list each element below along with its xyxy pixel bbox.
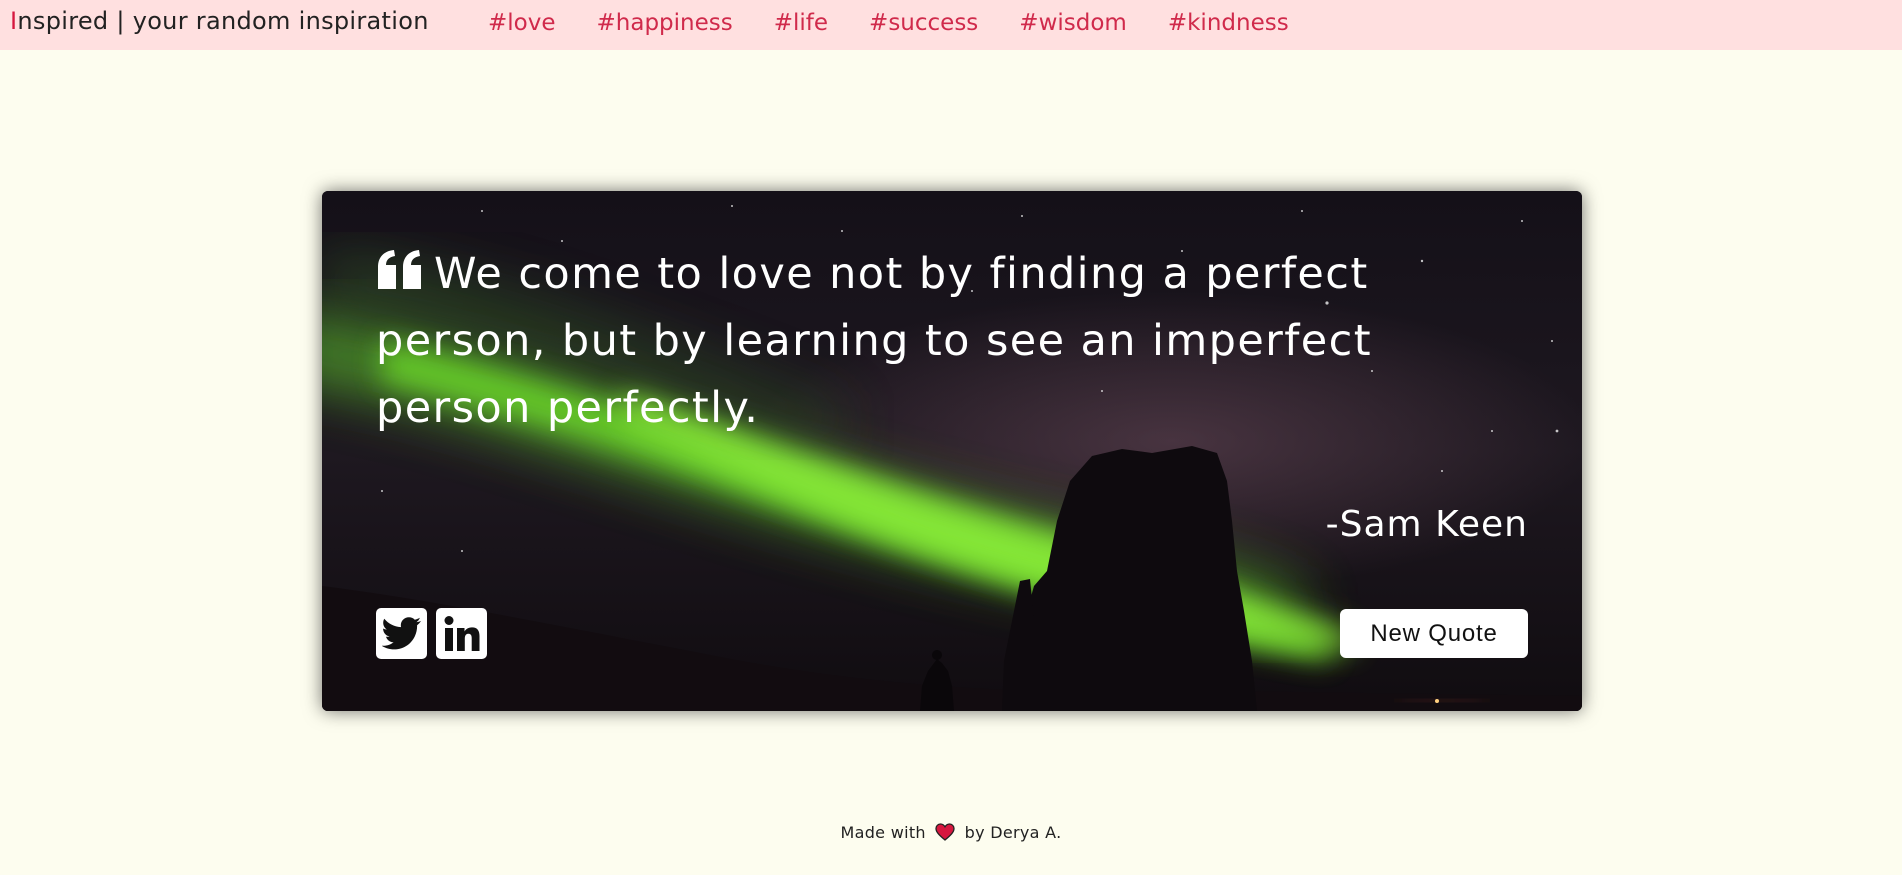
- quote-author: -Sam Keen: [1325, 504, 1528, 545]
- heart-icon: [935, 823, 955, 841]
- linkedin-share-button[interactable]: [436, 608, 487, 659]
- tag-link-kindness[interactable]: #kindness: [1168, 10, 1289, 36]
- tag-link-happiness[interactable]: #happiness: [597, 10, 733, 36]
- twitter-share-button[interactable]: [376, 608, 427, 659]
- quote-text: We come to love not by finding a perfect…: [376, 249, 1372, 433]
- quote-text-block: We come to love not by finding a perfect…: [376, 241, 1456, 442]
- twitter-icon: [381, 616, 421, 649]
- tag-link-life[interactable]: #life: [774, 10, 828, 36]
- new-quote-button[interactable]: New Quote: [1340, 609, 1528, 658]
- share-buttons: [376, 608, 487, 659]
- footer-prefix: Made with: [840, 823, 926, 842]
- site-brand[interactable]: Inspired | your random inspiration: [10, 7, 429, 35]
- tag-link-wisdom[interactable]: #wisdom: [1019, 10, 1127, 36]
- tag-link-success[interactable]: #success: [869, 10, 978, 36]
- footer: Made with by Derya A.: [0, 823, 1902, 842]
- linkedin-icon: [444, 615, 479, 651]
- quote-mark-icon: [378, 250, 421, 289]
- tag-link-love[interactable]: #love: [488, 10, 556, 36]
- quote-card: We come to love not by finding a perfect…: [322, 191, 1582, 711]
- footer-author-credit: by Derya A.: [964, 823, 1062, 842]
- brand-tagline: nspired | your random inspiration: [17, 7, 429, 35]
- tag-nav: #love #happiness #life #success #wisdom …: [488, 10, 1330, 36]
- top-navbar: Inspired | your random inspiration #love…: [0, 0, 1902, 50]
